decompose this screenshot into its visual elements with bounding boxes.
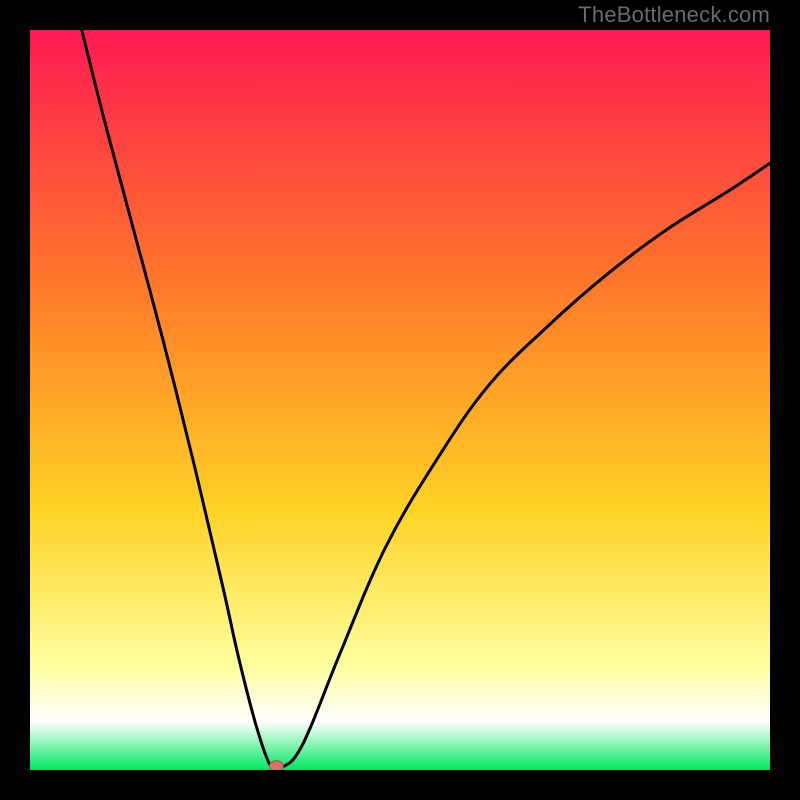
bottleneck-chart (30, 30, 770, 770)
chart-frame (30, 30, 770, 770)
watermark-label: TheBottleneck.com (578, 2, 770, 28)
gradient-background (30, 30, 770, 770)
optimal-point-marker (269, 761, 283, 770)
